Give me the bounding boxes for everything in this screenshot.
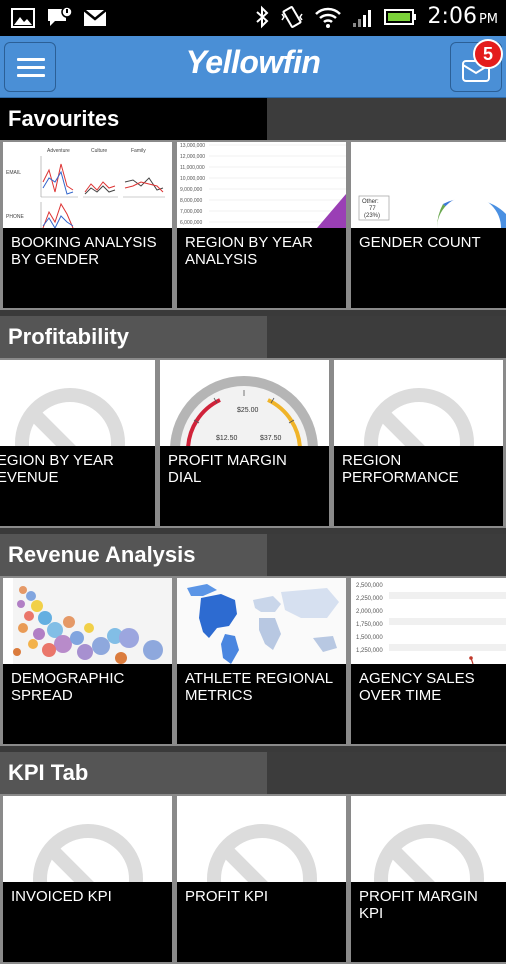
axis-tick-label: 8,000,000 [180, 198, 202, 204]
tile-region-by-year-analysis[interactable]: 13,000,000 12,000,000 11,000,000 10,000,… [177, 142, 346, 308]
tile-label: ATHLETE REGIONAL METRICS [177, 664, 346, 744]
area-chart-thumbnail: 13,000,000 12,000,000 11,000,000 10,000,… [177, 142, 346, 228]
tile-label: BOOKING ANALYSIS BY GENDER [3, 228, 172, 308]
dial-thumbnail: $25.00 $12.50 $37.50 [160, 360, 329, 446]
no-image-thumbnail [0, 360, 155, 446]
tile-athlete-regional-metrics[interactable]: ATHLETE REGIONAL METRICS [177, 578, 346, 744]
section-header: KPI Tab [0, 752, 506, 794]
axis-tick-label: 6,000,000 [180, 220, 202, 226]
tile-label: REGION BY YEAR REVENUE [0, 446, 155, 526]
message-icon [48, 6, 72, 26]
tile-row: Adventure Culture Family EMAIL PHONE BOO… [0, 140, 506, 310]
no-image-thumbnail [334, 360, 503, 446]
vibrate-icon [280, 5, 303, 28]
axis-tick-label: 7,000,000 [180, 209, 202, 215]
tile-profit-margin-kpi[interactable]: PROFIT MARGIN KPI [351, 796, 506, 962]
ampm-text: PM [478, 12, 498, 27]
axis-tick-label: 10,000,000 [180, 176, 205, 182]
battery-icon [383, 8, 416, 25]
tile-profit-margin-dial[interactable]: $25.00 $12.50 $37.50 PROFIT MARGIN DIAL [160, 360, 329, 526]
tile-booking-analysis[interactable]: Adventure Culture Family EMAIL PHONE BOO… [3, 142, 172, 308]
tile-row: REGION BY YEAR REVENUE $25.00 $12.50 $3 [0, 358, 506, 528]
tile-demographic-spread[interactable]: DEMOGRAPHIC SPREAD [3, 578, 172, 744]
axis-tick-label: 9,000,000 [180, 187, 202, 193]
line-chart-thumbnail: 2,500,000 2,250,000 2,000,000 1,750,000 … [351, 578, 506, 664]
no-image-thumbnail [3, 796, 172, 882]
status-time: 2:06 PM [428, 4, 498, 29]
no-image-thumbnail [177, 796, 346, 882]
pie-label: Other: [362, 199, 379, 205]
tile-label-text: REGION BY YEAR REVENUE [0, 452, 114, 486]
tile-label: REGION PERFORMANCE [334, 446, 503, 526]
wifi-icon [314, 7, 341, 28]
thumb-col-label: Family [131, 148, 146, 154]
tile-label: PROFIT MARGIN DIAL [160, 446, 329, 526]
signal-icon [352, 9, 371, 27]
thumb-row-label: PHONE [6, 214, 24, 220]
status-bar: 2:06 PM [0, 0, 506, 36]
axis-tick-label: 2,000,000 [356, 609, 383, 615]
axis-tick-label: 1,250,000 [356, 648, 383, 654]
axis-tick-label: 11,000,000 [180, 165, 205, 171]
pie-percent: (23%) [364, 213, 380, 219]
tile-label: GENDER COUNT [351, 228, 506, 308]
tile-label: AGENCY SALES OVER TIME [351, 664, 506, 744]
no-image-icon [14, 388, 125, 446]
tile-label: REGION BY YEAR ANALYSIS [177, 228, 346, 308]
axis-tick-label: 2,250,000 [356, 596, 383, 602]
image-icon [11, 8, 35, 28]
tile-profit-kpi[interactable]: PROFIT KPI [177, 796, 346, 962]
bluetooth-icon [255, 5, 268, 28]
tile-row: DEMOGRAPHIC SPREAD ATHLETE REGIONAL METR… [0, 576, 506, 746]
tile-gender-count[interactable]: Other: 77 (23%) GENDER COUNT [351, 142, 506, 308]
notification-badge[interactable]: 5 [473, 39, 503, 69]
dial-label: $25.00 [237, 407, 259, 414]
pie-count: 77 [369, 206, 376, 212]
tile-region-by-year-revenue[interactable]: REGION BY YEAR REVENUE [0, 360, 155, 526]
tile-row: INVOICED KPI PROFIT KPI PROFIT MARGIN KP… [0, 794, 506, 964]
thumb-col-label: Adventure [47, 148, 70, 154]
no-image-icon [32, 824, 143, 882]
tile-agency-sales-over-time[interactable]: 2,500,000 2,250,000 2,000,000 1,750,000 … [351, 578, 506, 744]
bubble-chart-thumbnail [3, 578, 172, 664]
thumb-col-label: Culture [91, 148, 107, 154]
app-bar: Yellowfin 5 [0, 36, 506, 98]
section-title[interactable]: Favourites [0, 98, 267, 140]
mail-button[interactable]: 5 [450, 39, 503, 92]
time-text: 2:06 [427, 4, 477, 29]
axis-tick-label: 13,000,000 [180, 143, 205, 149]
tile-label: PROFIT KPI [177, 882, 346, 962]
no-image-icon [206, 824, 317, 882]
thumb-row-label: EMAIL [6, 170, 21, 176]
axis-tick-label: 1,750,000 [356, 622, 383, 628]
tile-label: INVOICED KPI [3, 882, 172, 962]
section-title[interactable]: Revenue Analysis [0, 534, 267, 576]
section-title[interactable]: Profitability [0, 316, 267, 358]
dial-label: $37.50 [260, 435, 282, 442]
dial-label: $12.50 [216, 435, 238, 442]
tile-invoiced-kpi[interactable]: INVOICED KPI [3, 796, 172, 962]
map-thumbnail [177, 578, 346, 664]
app-logo: Yellowfin [185, 44, 321, 80]
no-image-thumbnail [351, 796, 506, 882]
section-header: Profitability [0, 316, 506, 358]
gmail-icon [83, 9, 107, 26]
pie-chart-thumbnail: Other: 77 (23%) [351, 142, 506, 228]
section-header: Revenue Analysis [0, 534, 506, 576]
tile-label: PROFIT MARGIN KPI [351, 882, 506, 962]
section-header: Favourites [0, 98, 506, 140]
no-image-icon [373, 824, 484, 882]
axis-tick-label: 12,000,000 [180, 154, 205, 160]
section-title[interactable]: KPI Tab [0, 752, 267, 794]
no-image-icon [363, 388, 474, 446]
axis-tick-label: 1,500,000 [356, 635, 383, 641]
axis-tick-label: 2,500,000 [356, 583, 383, 589]
line-chart-thumbnail: Adventure Culture Family EMAIL PHONE [3, 142, 172, 228]
tile-region-performance[interactable]: REGION PERFORMANCE [334, 360, 503, 526]
tile-label: DEMOGRAPHIC SPREAD [3, 664, 172, 744]
